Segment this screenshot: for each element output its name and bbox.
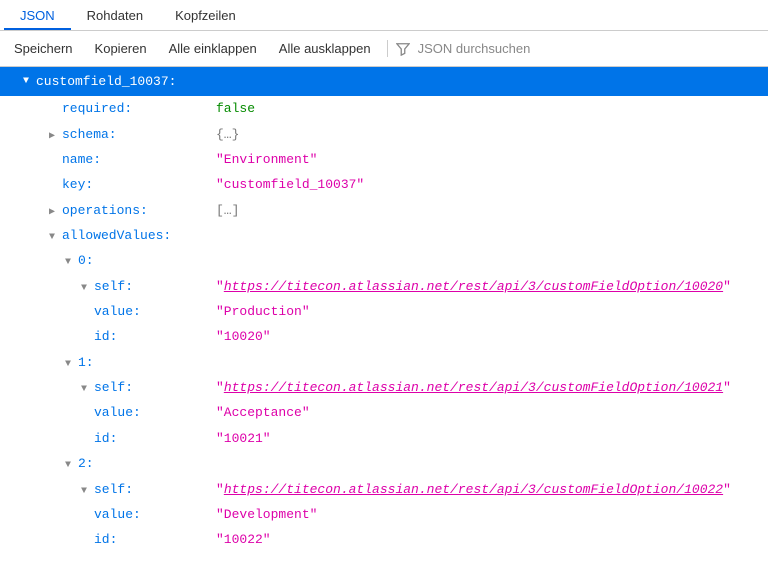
tree-value: "10022" bbox=[216, 527, 271, 552]
tree-value: false bbox=[216, 96, 255, 121]
tab-raw[interactable]: Rohdaten bbox=[71, 0, 159, 30]
tree-row-self[interactable]: ▼ self: "https://titecon.atlassian.net/r… bbox=[0, 477, 768, 502]
collapse-all-button[interactable]: Alle einklappen bbox=[159, 37, 267, 60]
tree-key: 1: bbox=[78, 350, 94, 375]
toolbar: Speichern Kopieren Alle einklappen Alle … bbox=[0, 31, 768, 67]
tree-row-value[interactable]: value: "Acceptance" bbox=[0, 400, 768, 425]
json-tree: ▼ customfield_10037: required: false ▶ s… bbox=[0, 67, 768, 553]
chevron-right-icon: ▶ bbox=[46, 127, 58, 147]
tree-key: 0: bbox=[78, 248, 94, 273]
tree-key: schema: bbox=[62, 122, 117, 147]
tree-key: key: bbox=[62, 172, 93, 197]
chevron-down-icon: ▼ bbox=[20, 72, 32, 92]
tree-key: value: bbox=[94, 502, 141, 527]
tree-value-url[interactable]: https://titecon.atlassian.net/rest/api/3… bbox=[224, 274, 723, 299]
view-tabs: JSON Rohdaten Kopfzeilen bbox=[0, 0, 768, 31]
search-input[interactable] bbox=[416, 40, 764, 57]
tree-root[interactable]: ▼ customfield_10037: bbox=[0, 67, 768, 96]
chevron-down-icon: ▼ bbox=[62, 355, 74, 375]
tree-value: {…} bbox=[216, 122, 239, 147]
tree-key: allowedValues: bbox=[62, 223, 171, 248]
tree-value: […] bbox=[216, 198, 239, 223]
tree-key: self: bbox=[94, 274, 133, 299]
tree-row-self[interactable]: ▼ self: "https://titecon.atlassian.net/r… bbox=[0, 375, 768, 400]
chevron-down-icon: ▼ bbox=[78, 380, 90, 400]
search-box bbox=[387, 40, 764, 57]
tree-row-key[interactable]: key: "customfield_10037" bbox=[0, 172, 768, 197]
tree-key: value: bbox=[94, 400, 141, 425]
chevron-down-icon: ▼ bbox=[62, 253, 74, 273]
tree-key: name: bbox=[62, 147, 101, 172]
tree-row-id[interactable]: id: "10022" bbox=[0, 527, 768, 552]
tree-value: "10021" bbox=[216, 426, 271, 451]
tree-key: operations: bbox=[62, 198, 148, 223]
tree-row-schema[interactable]: ▶ schema: {…} bbox=[0, 122, 768, 147]
tree-value: "Acceptance" bbox=[216, 400, 310, 425]
tree-row-index-0[interactable]: ▼ 0: bbox=[0, 248, 768, 273]
tree-key: id: bbox=[94, 324, 117, 349]
tree-key: 2: bbox=[78, 451, 94, 476]
tree-key: value: bbox=[94, 299, 141, 324]
tree-value: "10020" bbox=[216, 324, 271, 349]
tree-value: "customfield_10037" bbox=[216, 172, 364, 197]
tree-value: "Production" bbox=[216, 299, 310, 324]
tree-row-value[interactable]: value: "Production" bbox=[0, 299, 768, 324]
tree-row-index-1[interactable]: ▼ 1: bbox=[0, 350, 768, 375]
copy-button[interactable]: Kopieren bbox=[85, 37, 157, 60]
chevron-right-icon: ▶ bbox=[46, 203, 58, 223]
save-button[interactable]: Speichern bbox=[4, 37, 83, 60]
tree-row-operations[interactable]: ▶ operations: […] bbox=[0, 198, 768, 223]
tab-json[interactable]: JSON bbox=[4, 0, 71, 30]
tree-key: id: bbox=[94, 426, 117, 451]
tree-value-url[interactable]: https://titecon.atlassian.net/rest/api/3… bbox=[224, 375, 723, 400]
tree-row-required[interactable]: required: false bbox=[0, 96, 768, 121]
tree-value: "Environment" bbox=[216, 147, 317, 172]
tree-value-url[interactable]: https://titecon.atlassian.net/rest/api/3… bbox=[224, 477, 723, 502]
tree-row-index-2[interactable]: ▼ 2: bbox=[0, 451, 768, 476]
expand-all-button[interactable]: Alle ausklappen bbox=[269, 37, 381, 60]
tree-key: id: bbox=[94, 527, 117, 552]
chevron-down-icon: ▼ bbox=[46, 228, 58, 248]
tree-key: customfield_10037: bbox=[36, 69, 176, 94]
tree-row-value[interactable]: value: "Development" bbox=[0, 502, 768, 527]
tree-row-id[interactable]: id: "10020" bbox=[0, 324, 768, 349]
tree-key: self: bbox=[94, 477, 133, 502]
tree-key: required: bbox=[62, 96, 132, 121]
tree-row-id[interactable]: id: "10021" bbox=[0, 426, 768, 451]
tree-row-allowedvalues[interactable]: ▼ allowedValues: bbox=[0, 223, 768, 248]
tab-headers[interactable]: Kopfzeilen bbox=[159, 0, 252, 30]
tree-key: self: bbox=[94, 375, 133, 400]
tree-row-name[interactable]: name: "Environment" bbox=[0, 147, 768, 172]
chevron-down-icon: ▼ bbox=[78, 482, 90, 502]
chevron-down-icon: ▼ bbox=[62, 456, 74, 476]
tree-row-self[interactable]: ▼ self: "https://titecon.atlassian.net/r… bbox=[0, 274, 768, 299]
tree-value: "Development" bbox=[216, 502, 317, 527]
filter-icon bbox=[396, 42, 410, 56]
chevron-down-icon: ▼ bbox=[78, 279, 90, 299]
